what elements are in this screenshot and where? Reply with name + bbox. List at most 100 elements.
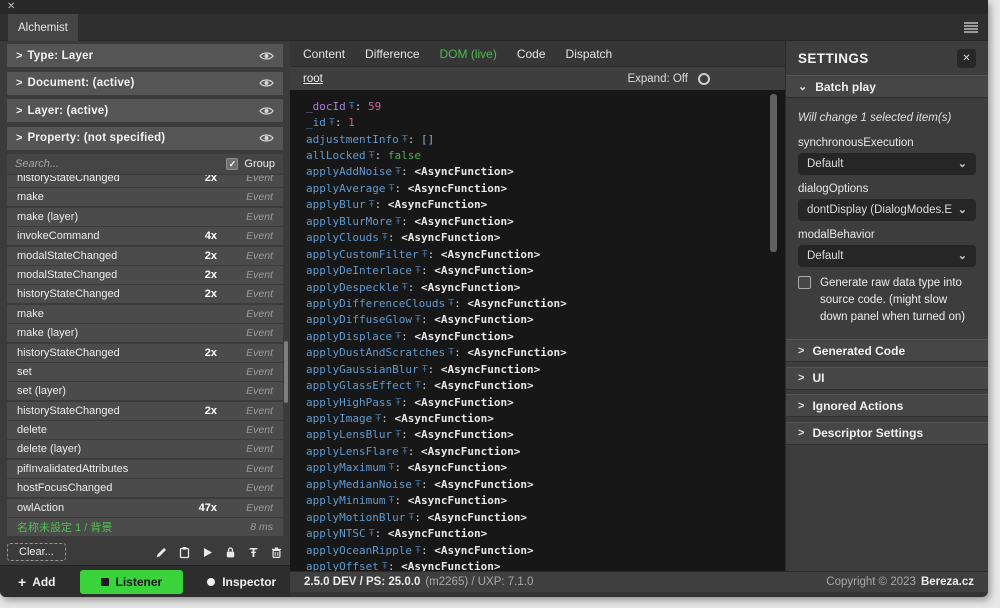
dom-tree-line[interactable]: applyImage Ŧ <AsyncFunction> — [306, 410, 785, 426]
dropdown-select[interactable]: Default ⌄ — [798, 153, 976, 175]
edit-icon[interactable] — [155, 546, 168, 559]
content-tab[interactable]: DOM (live) — [440, 47, 497, 61]
event-count: 4x — [187, 230, 217, 242]
dropdown-select[interactable]: Default ⌄ — [798, 245, 976, 267]
trash-icon[interactable] — [270, 546, 283, 559]
content-tab[interactable]: Dispatch — [566, 47, 613, 61]
event-row[interactable]: historyStateChanged 2x Event — [7, 402, 283, 420]
content-tab[interactable]: Content — [303, 47, 345, 61]
play-icon[interactable] — [201, 546, 214, 559]
tab-alchemist[interactable]: Alchemist — [8, 14, 78, 41]
breadcrumb-root-link[interactable]: root — [303, 73, 323, 85]
event-row[interactable]: pifInvalidatedAttributes Event — [7, 460, 283, 478]
property-value: <AsyncFunction> — [408, 494, 507, 507]
group-checkbox[interactable]: ✓ — [226, 158, 238, 170]
listener-label: Listener — [116, 575, 163, 589]
filter-header[interactable]: > Document: (active) — [7, 72, 283, 95]
dom-tree-line[interactable]: applyAverage Ŧ <AsyncFunction> — [306, 180, 785, 196]
dom-tree-line[interactable]: applyMaximum Ŧ <AsyncFunction> — [306, 460, 785, 476]
paste-icon[interactable] — [178, 546, 191, 559]
dom-tree-line[interactable]: _id Ŧ 1 — [306, 114, 785, 130]
expand-toggle[interactable] — [698, 73, 710, 85]
dom-tree-line[interactable]: applyNTSC Ŧ <AsyncFunction> — [306, 525, 785, 541]
eye-icon[interactable] — [259, 78, 274, 88]
dom-tree-line[interactable]: applyBlurMore Ŧ <AsyncFunction> — [306, 213, 785, 229]
event-row[interactable]: historyStateChanged 2x Event — [7, 344, 283, 362]
dom-tree-line[interactable]: applyDespeckle Ŧ <AsyncFunction> — [306, 279, 785, 295]
listener-mode-button[interactable]: Listener — [80, 570, 184, 594]
pin-icon[interactable]: Ŧ — [247, 546, 260, 559]
eye-icon[interactable] — [259, 133, 274, 143]
event-row[interactable]: set (layer) Event — [7, 382, 283, 400]
event-row[interactable]: owlAction 47x Event — [7, 499, 283, 517]
event-row[interactable]: historyStateChanged 2x Event — [7, 175, 283, 187]
clear-button[interactable]: Clear... — [7, 543, 66, 561]
chevron-right-icon: > — [798, 400, 804, 412]
lock-icon[interactable] — [224, 546, 237, 559]
inspector-mode-button[interactable]: Inspector — [207, 575, 276, 589]
event-row[interactable]: make (layer) Event — [7, 208, 283, 226]
event-name: historyStateChanged — [17, 288, 187, 300]
eye-icon[interactable] — [259, 106, 274, 116]
dom-tree-line[interactable]: adjustmentInfo Ŧ [] — [306, 131, 785, 147]
close-icon[interactable]: ✕ — [7, 1, 15, 12]
dom-tree-line[interactable]: applyDeInterlace Ŧ <AsyncFunction> — [306, 262, 785, 278]
content-tab[interactable]: Code — [517, 47, 546, 61]
accordion-header[interactable]: > Descriptor Settings — [786, 422, 988, 445]
dom-tree-line[interactable]: applyGaussianBlur Ŧ <AsyncFunction> — [306, 361, 785, 377]
accordion-header[interactable]: > UI — [786, 367, 988, 390]
dom-tree-line[interactable]: applyLensFlare Ŧ <AsyncFunction> — [306, 443, 785, 459]
event-row[interactable]: historyStateChanged 2x Event — [7, 285, 283, 303]
dom-tree-line[interactable]: applyDiffuseGlow Ŧ <AsyncFunction> — [306, 312, 785, 328]
dom-tree-line[interactable]: applyClouds Ŧ <AsyncFunction> — [306, 230, 785, 246]
filter-header[interactable]: > Layer: (active) — [7, 99, 283, 122]
dom-tree-line[interactable]: applyMedianNoise Ŧ <AsyncFunction> — [306, 476, 785, 492]
dom-tree-line[interactable]: applyDustAndScratches Ŧ <AsyncFunction> — [306, 345, 785, 361]
search-input[interactable] — [15, 158, 226, 170]
dom-tree-line[interactable]: applyLensBlur Ŧ <AsyncFunction> — [306, 427, 785, 443]
event-row[interactable]: modalStateChanged 2x Event — [7, 266, 283, 284]
accordion-batch-play[interactable]: ⌄ Batch play — [786, 75, 988, 98]
generate-raw-checkbox[interactable] — [798, 276, 811, 289]
event-row[interactable]: make Event — [7, 188, 283, 206]
event-row[interactable]: invokeCommand 4x Event — [7, 227, 283, 245]
event-count: 47x — [187, 502, 217, 514]
event-row[interactable]: make Event — [7, 305, 283, 323]
eye-icon[interactable] — [259, 51, 274, 61]
property-value: <AsyncFunction> — [441, 363, 540, 376]
filter-header[interactable]: > Property: (not specified) — [7, 127, 283, 150]
dom-tree-line[interactable]: applyOceanRipple Ŧ <AsyncFunction> — [306, 542, 785, 558]
event-row[interactable]: make (layer) Event — [7, 324, 283, 342]
brand-link[interactable]: Bereza.cz — [921, 576, 974, 588]
dom-tree-line[interactable]: applyOffset Ŧ <AsyncFunction> — [306, 558, 785, 571]
dom-tree-line[interactable]: applyHighPass Ŧ <AsyncFunction> — [306, 394, 785, 410]
dom-tree-line[interactable]: allLocked Ŧ false — [306, 147, 785, 163]
scrollbar-thumb[interactable] — [770, 94, 777, 252]
dom-tree-line[interactable]: applyAddNoise Ŧ <AsyncFunction> — [306, 164, 785, 180]
filter-header[interactable]: > Type: Layer — [7, 44, 283, 67]
event-row[interactable]: set Event — [7, 363, 283, 381]
dom-tree-line[interactable]: _docId Ŧ 59 — [306, 98, 785, 114]
scrollbar-thumb[interactable] — [284, 341, 288, 403]
add-button[interactable]: + Add — [18, 574, 56, 590]
event-count: 2x — [187, 288, 217, 300]
event-row[interactable]: delete Event — [7, 421, 283, 439]
event-row[interactable]: modalStateChanged 2x Event — [7, 247, 283, 265]
close-settings-button[interactable]: ✕ — [957, 49, 976, 68]
dom-tree-line[interactable]: applyMinimum Ŧ <AsyncFunction> — [306, 493, 785, 509]
accordion-header[interactable]: > Generated Code — [786, 339, 988, 362]
menu-icon[interactable] — [964, 20, 978, 38]
dom-tree-line[interactable]: applyMotionBlur Ŧ <AsyncFunction> — [306, 509, 785, 525]
event-row[interactable]: hostFocusChanged Event — [7, 479, 283, 497]
event-count: 2x — [187, 269, 217, 281]
dom-tree-line[interactable]: applyDifferenceClouds Ŧ <AsyncFunction> — [306, 295, 785, 311]
event-row[interactable]: 名称未設定 1 / 背景 8 ms — [7, 518, 283, 536]
content-tab[interactable]: Difference — [365, 47, 419, 61]
event-row[interactable]: delete (layer) Event — [7, 440, 283, 458]
dom-tree-line[interactable]: applyDisplace Ŧ <AsyncFunction> — [306, 328, 785, 344]
dom-tree-line[interactable]: applyCustomFilter Ŧ <AsyncFunction> — [306, 246, 785, 262]
dom-tree-line[interactable]: applyGlassEffect Ŧ <AsyncFunction> — [306, 377, 785, 393]
dom-tree-line[interactable]: applyBlur Ŧ <AsyncFunction> — [306, 197, 785, 213]
accordion-header[interactable]: > Ignored Actions — [786, 394, 988, 417]
dropdown-select[interactable]: dontDisplay (DialogModes.ERR... ⌄ — [798, 199, 976, 221]
